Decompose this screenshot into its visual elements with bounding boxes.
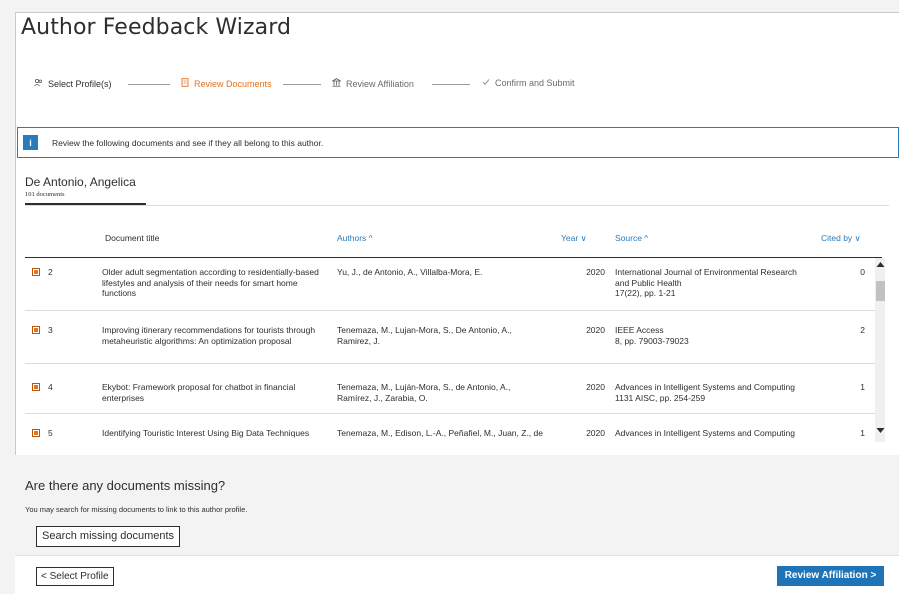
document-authors: Tenemaza, M., Lujan-Mora, S., De Antonio… [337,325,512,346]
info-banner: i Review the following documents and see… [17,127,899,158]
row-number: 5 [48,428,53,438]
document-year: 2020 [586,428,605,438]
document-year: 2020 [586,325,605,335]
step-label: Review Documents [194,78,272,89]
people-icon [34,78,43,89]
table-row: 2 Older adult segmentation according to … [25,258,882,311]
step-review-affiliation[interactable]: Review Affiliation [331,78,414,89]
building-icon [331,78,342,89]
step-select-profiles[interactable]: Select Profile(s) [34,78,112,89]
column-header-year[interactable]: Year ∨ [561,233,587,244]
document-authors: Tenemaza, M., Edison, L.-A., Peñafiel, M… [337,428,543,438]
document-year: 2020 [586,382,605,392]
document-authors: Tenemaza, M., Luján-Mora, S., de Antonio… [337,382,511,403]
scrollbar-thumb[interactable] [876,281,885,301]
column-header-title: Document title [105,233,160,243]
document-source: Advances in Intelligent Systems and Comp… [615,428,830,439]
row-number: 3 [48,325,53,335]
document-cited-count: 1 [860,428,865,438]
row-number: 2 [48,267,53,277]
table-row: 5 Identifying Touristic Interest Using B… [25,414,882,442]
document-source: International Journal of Environmental R… [615,267,820,299]
column-header-authors[interactable]: Authors ^ [337,233,373,243]
source-detail: 17(22), pp. 1-21 [615,288,676,298]
document-authors: Yu, J., de Antonio, A., Villalba-Mora, E… [337,267,483,277]
row-number: 4 [48,382,53,392]
document-title: Ekybot: Framework proposal for chatbot i… [102,382,296,403]
info-icon: i [23,135,38,150]
document-source: Advances in Intelligent Systems and Comp… [615,382,825,403]
document-year: 2020 [586,267,605,277]
document-title: Improving itinerary recommendations for … [102,325,316,346]
table-row: 3 Improving itinerary recommendations fo… [25,311,882,364]
step-label: Confirm and Submit [495,78,575,88]
step-confirm-submit[interactable]: Confirm and Submit [481,78,575,88]
scroll-up-icon[interactable] [876,261,885,270]
document-cited-count: 1 [860,382,865,392]
column-header-cited-by[interactable]: Cited by ∨ [821,233,861,244]
document-checkbox[interactable] [32,383,40,391]
step-connector [283,84,321,85]
info-message: Review the following documents and see i… [52,137,324,148]
author-name: De Antonio, Angelica [25,175,136,189]
source-name: Advances in Intelligent Systems and Comp… [615,382,796,392]
missing-documents-description: You may search for missing documents to … [25,505,248,514]
source-detail: 1131 AISC, pp. 254-259 [615,392,706,403]
step-review-documents[interactable]: Review Documents [180,78,272,89]
page-title: Author Feedback Wizard [21,15,292,40]
check-icon [481,78,490,88]
next-review-affiliation-button[interactable]: Review Affiliation > [777,566,884,586]
missing-documents-heading: Are there any documents missing? [25,478,226,493]
table-row: 4 Ekybot: Framework proposal for chatbot… [25,364,882,414]
documents-table: 2 Older adult segmentation according to … [25,258,882,442]
back-select-profile-button[interactable]: < Select Profile [36,567,114,586]
document-checkbox[interactable] [32,429,40,437]
author-document-count: 101 documents [25,191,65,198]
source-detail: 8, pp. 79003-79023 [615,335,689,346]
column-header-source[interactable]: Source ^ [615,233,648,243]
document-cited-count: 0 [860,267,865,277]
source-name: International Journal of Environmental R… [615,267,797,288]
document-title: Older adult segmentation according to re… [102,267,319,298]
search-missing-documents-button[interactable]: Search missing documents [36,526,181,547]
document-title: Identifying Touristic Interest Using Big… [102,428,310,438]
step-connector [432,84,470,85]
document-source: IEEE Access 8, pp. 79003-79023 [615,325,820,346]
document-icon [180,78,189,89]
tab-divider [25,205,889,206]
step-label: Select Profile(s) [48,78,112,89]
step-label: Review Affiliation [346,78,414,89]
wizard-footer [15,555,899,594]
document-checkbox[interactable] [32,326,40,334]
document-cited-count: 2 [860,325,865,335]
source-name: IEEE Access [615,325,664,335]
step-connector [128,84,170,85]
source-name: Advances in Intelligent Systems and Comp… [615,428,796,438]
scroll-down-icon[interactable] [876,427,885,436]
document-checkbox[interactable] [32,268,40,276]
